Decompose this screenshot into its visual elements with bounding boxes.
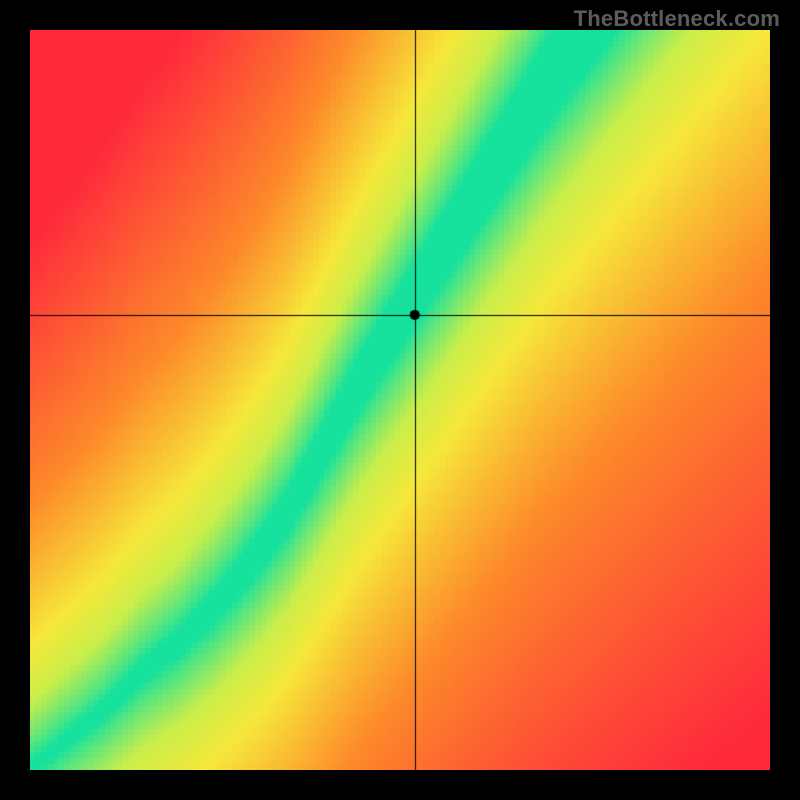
watermark: TheBottleneck.com (574, 6, 780, 32)
bottleneck-heatmap (30, 30, 770, 770)
chart-frame: TheBottleneck.com (0, 0, 800, 800)
